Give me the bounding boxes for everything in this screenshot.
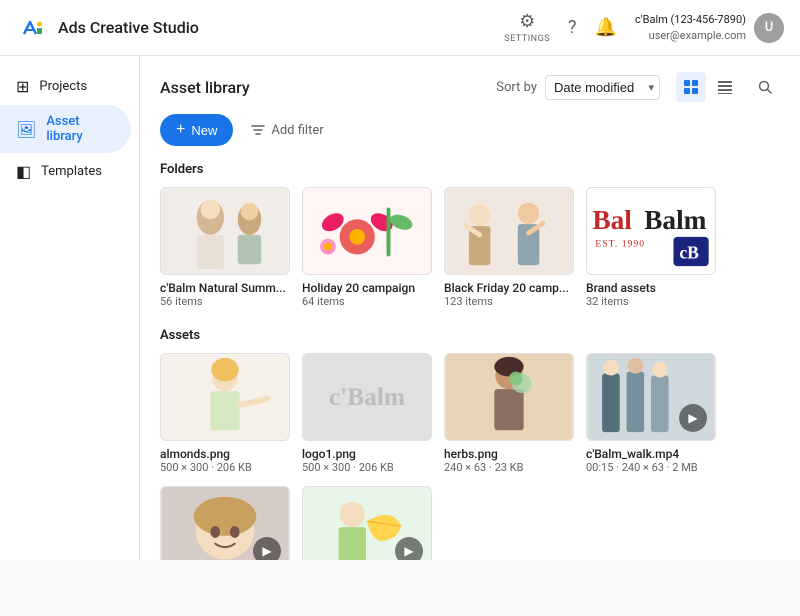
- assets-section-title: Assets: [160, 328, 780, 343]
- folder-name-2: Black Friday 20 camp...: [444, 281, 574, 295]
- filter-icon: [251, 123, 265, 137]
- new-button[interactable]: + New: [160, 114, 233, 146]
- user-name: c'Balm (123-456-7890): [635, 12, 746, 27]
- sort-row: Sort by Date modified Name Date created: [496, 72, 780, 102]
- filter-button[interactable]: Add filter: [243, 117, 331, 144]
- folder-thumb-brand: Bal Balm EST. 1990 cB: [586, 187, 716, 275]
- templates-icon: ◧: [16, 162, 31, 181]
- table-view-button[interactable]: [710, 72, 740, 102]
- asset-card-banana[interactable]: ▶ banana.mp4 00:10 · 240 × 63: [302, 486, 432, 560]
- folder-name-0: c'Balm Natural Summ...: [160, 281, 290, 295]
- folder-meta-3: 32 items: [586, 295, 716, 308]
- topbar-right: ⚙ SETTINGS ? 🔔 c'Balm (123-456-7890) use…: [504, 11, 784, 44]
- asset-library-icon: 🖼: [16, 120, 36, 139]
- folder-meta-0: 56 items: [160, 295, 290, 308]
- settings-icon: ⚙: [519, 11, 535, 32]
- svg-text:EST. 1990: EST. 1990: [595, 239, 645, 250]
- asset-card-cbalm-walk[interactable]: ▶ c'Balm_walk.mp4 00:15 · 240 × 63 · 2 M…: [586, 353, 716, 474]
- folder-card-brand[interactable]: Bal Balm EST. 1990 cB Brand assets 32 it…: [586, 187, 716, 308]
- folder-meta-2: 123 items: [444, 295, 574, 308]
- sidebar: ⊞ Projects 🖼 Asset library ◧ Templates: [0, 56, 140, 560]
- folder-thumb-blackfriday: [444, 187, 574, 275]
- svg-text:Bal: Bal: [592, 205, 632, 235]
- asset-card-almonds[interactable]: almonds.png 500 × 300 · 206 KB: [160, 353, 290, 474]
- notifications-button[interactable]: 🔔: [595, 17, 617, 38]
- asset-card-video2[interactable]: ▶ video2.mp4 00:15 · 240 × 63: [160, 486, 290, 560]
- svg-text:cB: cB: [679, 242, 699, 262]
- asset-card-logo1[interactable]: c'Balm logo1.png 500 × 300 · 206 KB: [302, 353, 432, 474]
- folders-grid: c'Balm Natural Summ... 56 items: [160, 187, 780, 308]
- assets-grid: almonds.png 500 × 300 · 206 KB c'Balm lo…: [160, 353, 780, 560]
- folder-card-blackfriday[interactable]: Black Friday 20 camp... 123 items: [444, 187, 574, 308]
- sidebar-item-label-projects: Projects: [39, 79, 87, 94]
- play-icon-overlay-3: ▶: [395, 537, 423, 560]
- user-avatar[interactable]: U: [754, 13, 784, 43]
- folders-section-title: Folders: [160, 162, 780, 177]
- sidebar-item-projects[interactable]: ⊞ Projects: [0, 68, 131, 105]
- folder-name-3: Brand assets: [586, 281, 716, 295]
- plus-icon: +: [176, 121, 185, 139]
- svg-text:c'Balm: c'Balm: [329, 383, 405, 411]
- asset-thumb-cbalm-walk: ▶: [586, 353, 716, 441]
- folder-meta-1: 64 items: [302, 295, 432, 308]
- topbar-left: Ads Creative Studio: [16, 12, 199, 44]
- asset-meta-1: 500 × 300 · 206 KB: [302, 461, 432, 474]
- page-title: Asset library: [160, 78, 250, 97]
- filter-label: Add filter: [271, 123, 323, 138]
- asset-thumb-banana: ▶: [302, 486, 432, 560]
- asset-meta-0: 500 × 300 · 206 KB: [160, 461, 290, 474]
- page-header: Asset library Sort by Date modified Name…: [160, 72, 780, 102]
- sort-select[interactable]: Date modified Name Date created: [545, 75, 660, 100]
- asset-thumb-almonds: [160, 353, 290, 441]
- new-button-label: New: [191, 123, 217, 138]
- asset-card-herbs[interactable]: herbs.png 240 × 63 · 23 KB: [444, 353, 574, 474]
- folder-card-cbalm-natural[interactable]: c'Balm Natural Summ... 56 items: [160, 187, 290, 308]
- asset-thumb-logo1: c'Balm: [302, 353, 432, 441]
- layout: ⊞ Projects 🖼 Asset library ◧ Templates A…: [0, 56, 800, 560]
- toolbar: + New Add filter: [160, 114, 780, 146]
- user-text: c'Balm (123-456-7890) user@example.com: [635, 12, 746, 43]
- svg-text:Balm: Balm: [644, 205, 707, 235]
- sidebar-item-templates[interactable]: ◧ Templates: [0, 153, 131, 190]
- grid-view-button[interactable]: [676, 72, 706, 102]
- asset-meta-2: 240 × 63 · 23 KB: [444, 461, 574, 474]
- folder-name-1: Holiday 20 campaign: [302, 281, 432, 295]
- sidebar-item-label-asset-library: Asset library: [46, 114, 115, 144]
- asset-thumb-herbs: [444, 353, 574, 441]
- user-email: user@example.com: [635, 28, 746, 43]
- asset-thumb-video2: ▶: [160, 486, 290, 560]
- view-icons: [676, 72, 740, 102]
- folder-thumb-cbalm-natural: [160, 187, 290, 275]
- asset-name-0: almonds.png: [160, 447, 290, 461]
- user-initials: U: [765, 20, 774, 35]
- folder-card-holiday[interactable]: Holiday 20 campaign 64 items: [302, 187, 432, 308]
- play-icon-overlay: ▶: [679, 404, 707, 432]
- asset-name-2: herbs.png: [444, 447, 574, 461]
- sidebar-item-asset-library[interactable]: 🖼 Asset library: [0, 105, 131, 153]
- topbar: Ads Creative Studio ⚙ SETTINGS ? 🔔 c'Bal…: [0, 0, 800, 56]
- folder-thumb-holiday: [302, 187, 432, 275]
- settings-button[interactable]: ⚙ SETTINGS: [504, 11, 550, 44]
- asset-name-1: logo1.png: [302, 447, 432, 461]
- sidebar-item-label-templates: Templates: [41, 164, 102, 179]
- search-button[interactable]: [750, 72, 780, 102]
- asset-meta-3: 00:15 · 240 × 63 · 2 MB: [586, 461, 716, 474]
- play-icon-overlay-2: ▶: [253, 537, 281, 560]
- app-title: Ads Creative Studio: [58, 18, 199, 37]
- asset-name-3: c'Balm_walk.mp4: [586, 447, 716, 461]
- help-button[interactable]: ?: [568, 17, 577, 38]
- settings-label: SETTINGS: [504, 34, 550, 44]
- sort-label: Sort by: [496, 80, 537, 95]
- projects-icon: ⊞: [16, 77, 29, 96]
- sort-select-wrapper: Date modified Name Date created: [545, 75, 660, 100]
- main-content: Asset library Sort by Date modified Name…: [140, 56, 800, 560]
- logo-icon: [16, 12, 48, 44]
- user-info: c'Balm (123-456-7890) user@example.com U: [635, 12, 784, 43]
